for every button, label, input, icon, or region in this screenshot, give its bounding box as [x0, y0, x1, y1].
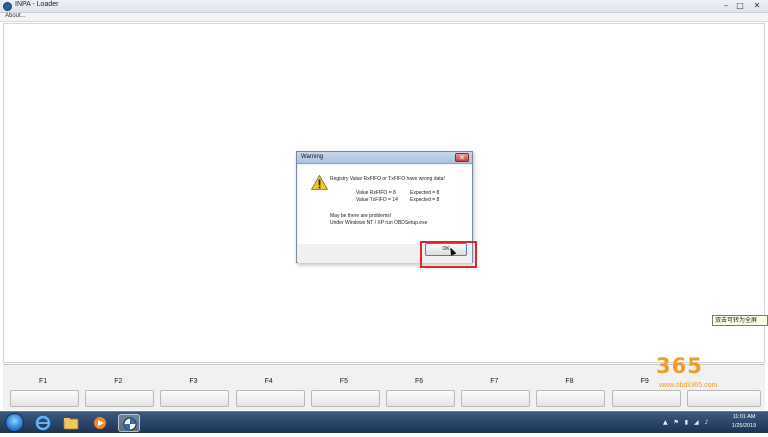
rxfifo-expected: Expected = 8	[410, 190, 440, 196]
txfifo-expected: Expected = 8	[410, 197, 440, 203]
close-button[interactable]: ✕	[749, 1, 765, 11]
fkey-label-f4: F4	[264, 378, 273, 385]
watermark-url: www.obdii365.com	[659, 382, 718, 389]
minimize-button[interactable]: –	[719, 1, 733, 11]
inpa-taskbar-button[interactable]	[118, 414, 140, 432]
taskbar: ▲ ⚑ ▮ ◢ ♪ 11:01 AM 1/25/2019	[0, 411, 768, 433]
file-explorer-icon[interactable]	[60, 414, 82, 432]
media-player-icon[interactable]	[89, 414, 111, 432]
dialog-message-setup: Under Windows NT / XP run OBDSetup.exe	[330, 220, 428, 226]
warning-triangle-icon	[310, 174, 329, 194]
internet-explorer-icon[interactable]	[32, 414, 54, 432]
fkey-button-f2[interactable]	[85, 390, 155, 407]
fkey-label-f5: F5	[339, 378, 348, 385]
fkey-button-f3[interactable]	[160, 390, 230, 407]
fkey-label-f7: F7	[490, 378, 499, 385]
dialog-message-problems: May be there are problems!	[330, 213, 392, 219]
clock-date[interactable]: 1/25/2019	[726, 423, 762, 429]
fkey-label-f1: F1	[39, 378, 48, 385]
dialog-title: Warning	[301, 154, 324, 160]
ime-tooltip: 双击可转为全屏	[712, 315, 768, 326]
fkey-button-f1[interactable]	[10, 390, 79, 407]
system-tray-icons[interactable]: ▲ ⚑ ▮ ◢ ♪	[663, 419, 710, 426]
fkey-label-f3: F3	[189, 378, 198, 385]
dialog-title-bar: Warning ✕	[297, 152, 472, 164]
watermark-number: 365	[656, 354, 703, 378]
clock-time[interactable]: 11:01 AM	[726, 414, 762, 420]
dialog-message-heading: Registry Value RxFIFO or TxFIFO have wro…	[330, 176, 445, 182]
obdii365-watermark: 365 www.obdii365.com	[650, 352, 768, 392]
title-bar: INPA - Loader – □ ✕	[0, 0, 768, 13]
fkey-label-f2: F2	[114, 378, 123, 385]
ok-button-highlight-box	[420, 241, 477, 268]
menu-about[interactable]: About...	[5, 13, 26, 19]
start-button[interactable]	[5, 413, 24, 432]
fkey-button-f9[interactable]	[611, 390, 681, 407]
fkey-button-f8[interactable]	[536, 390, 606, 407]
inpa-app-icon	[3, 2, 12, 11]
fkey-button-extra[interactable]	[686, 390, 761, 407]
fkey-button-f7[interactable]	[461, 390, 531, 407]
fkey-label-f6: F6	[415, 378, 424, 385]
window-title: INPA - Loader	[15, 1, 59, 8]
fkey-button-f5[interactable]	[310, 390, 380, 407]
fkey-button-f6[interactable]	[386, 390, 455, 407]
fkey-label-f8: F8	[565, 378, 574, 385]
menu-bar: About...	[0, 13, 768, 22]
maximize-button[interactable]: □	[733, 1, 747, 11]
txfifo-value: Value TxFIFO = 14	[356, 197, 398, 203]
fkey-label-f9: F9	[640, 378, 649, 385]
rxfifo-value: Value RxFIFO = 8	[356, 190, 396, 196]
dialog-close-button[interactable]: ✕	[455, 153, 469, 162]
dialog-body: Registry Value RxFIFO or TxFIFO have wro…	[298, 165, 472, 244]
fkey-button-f4[interactable]	[235, 390, 305, 407]
